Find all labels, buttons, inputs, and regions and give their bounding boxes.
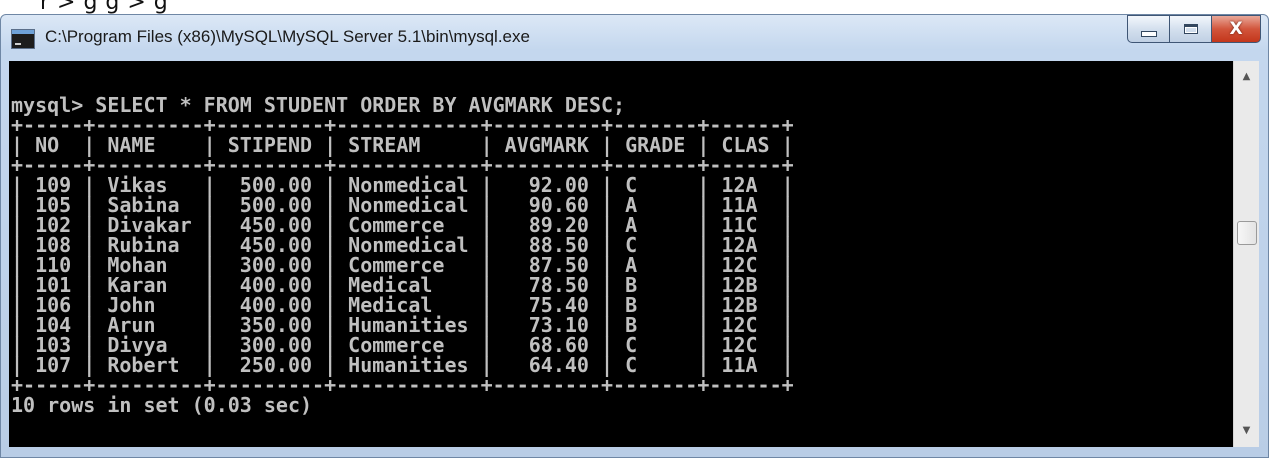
table-border-line: +-----+---------+---------+------------+…: [11, 113, 794, 137]
console-output[interactable]: mysql> SELECT * FROM STUDENT ORDER BY AV…: [9, 61, 1233, 447]
maximize-icon: [1183, 24, 1198, 34]
minimize-icon: [1140, 31, 1157, 37]
close-button[interactable]: X: [1211, 15, 1261, 43]
cropped-caption-text: r > g g > g: [0, 0, 1271, 14]
table-border-line: +-----+---------+---------+------------+…: [11, 373, 794, 397]
scroll-down-arrow-icon[interactable]: ▼: [1234, 419, 1259, 443]
console-window: C:\Program Files (x86)\MySQL\MySQL Serve…: [0, 14, 1269, 458]
table-row: | 109 | Vikas | 500.00 | Nonmedical | 92…: [11, 173, 794, 197]
table-row: | 108 | Rubina | 450.00 | Nonmedical | 8…: [11, 233, 794, 257]
table-border-line: +-----+---------+---------+------------+…: [11, 153, 794, 177]
title-bar[interactable]: C:\Program Files (x86)\MySQL\MySQL Serve…: [1, 15, 1268, 59]
table-row: | 103 | Divya | 300.00 | Commerce | 68.6…: [11, 333, 794, 357]
close-icon: X: [1229, 19, 1243, 39]
maximize-button[interactable]: [1169, 15, 1212, 43]
minimize-button[interactable]: [1127, 15, 1170, 43]
table-row: | 102 | Divakar | 450.00 | Commerce | 89…: [11, 213, 794, 237]
console-line-prompt: mysql> SELECT * FROM STUDENT ORDER BY AV…: [11, 93, 626, 117]
console-text: mysql> SELECT * FROM STUDENT ORDER BY AV…: [11, 95, 794, 415]
table-row: | 107 | Robert | 250.00 | Humanities | 6…: [11, 353, 794, 377]
row-count-message: 10 rows in set (0.03 sec): [11, 393, 313, 417]
console-icon[interactable]: [11, 29, 35, 49]
caption-fragment: r > g g > g: [40, 0, 169, 14]
table-row: | 101 | Karan | 400.00 | Medical | 78.50…: [11, 273, 794, 297]
table-row: | 104 | Arun | 350.00 | Humanities | 73.…: [11, 313, 794, 337]
table-row: | 106 | John | 400.00 | Medical | 75.40 …: [11, 293, 794, 317]
vertical-scrollbar[interactable]: ▲ ▼: [1233, 61, 1259, 447]
table-row: | 105 | Sabina | 500.00 | Nonmedical | 9…: [11, 193, 794, 217]
table-header-row: | NO | NAME | STIPEND | STREAM | AVGMARK…: [11, 133, 794, 157]
scroll-up-arrow-icon[interactable]: ▲: [1234, 65, 1259, 89]
window-title: C:\Program Files (x86)\MySQL\MySQL Serve…: [45, 27, 530, 46]
scrollbar-thumb[interactable]: [1237, 221, 1257, 245]
table-row: | 110 | Mohan | 300.00 | Commerce | 87.5…: [11, 253, 794, 277]
